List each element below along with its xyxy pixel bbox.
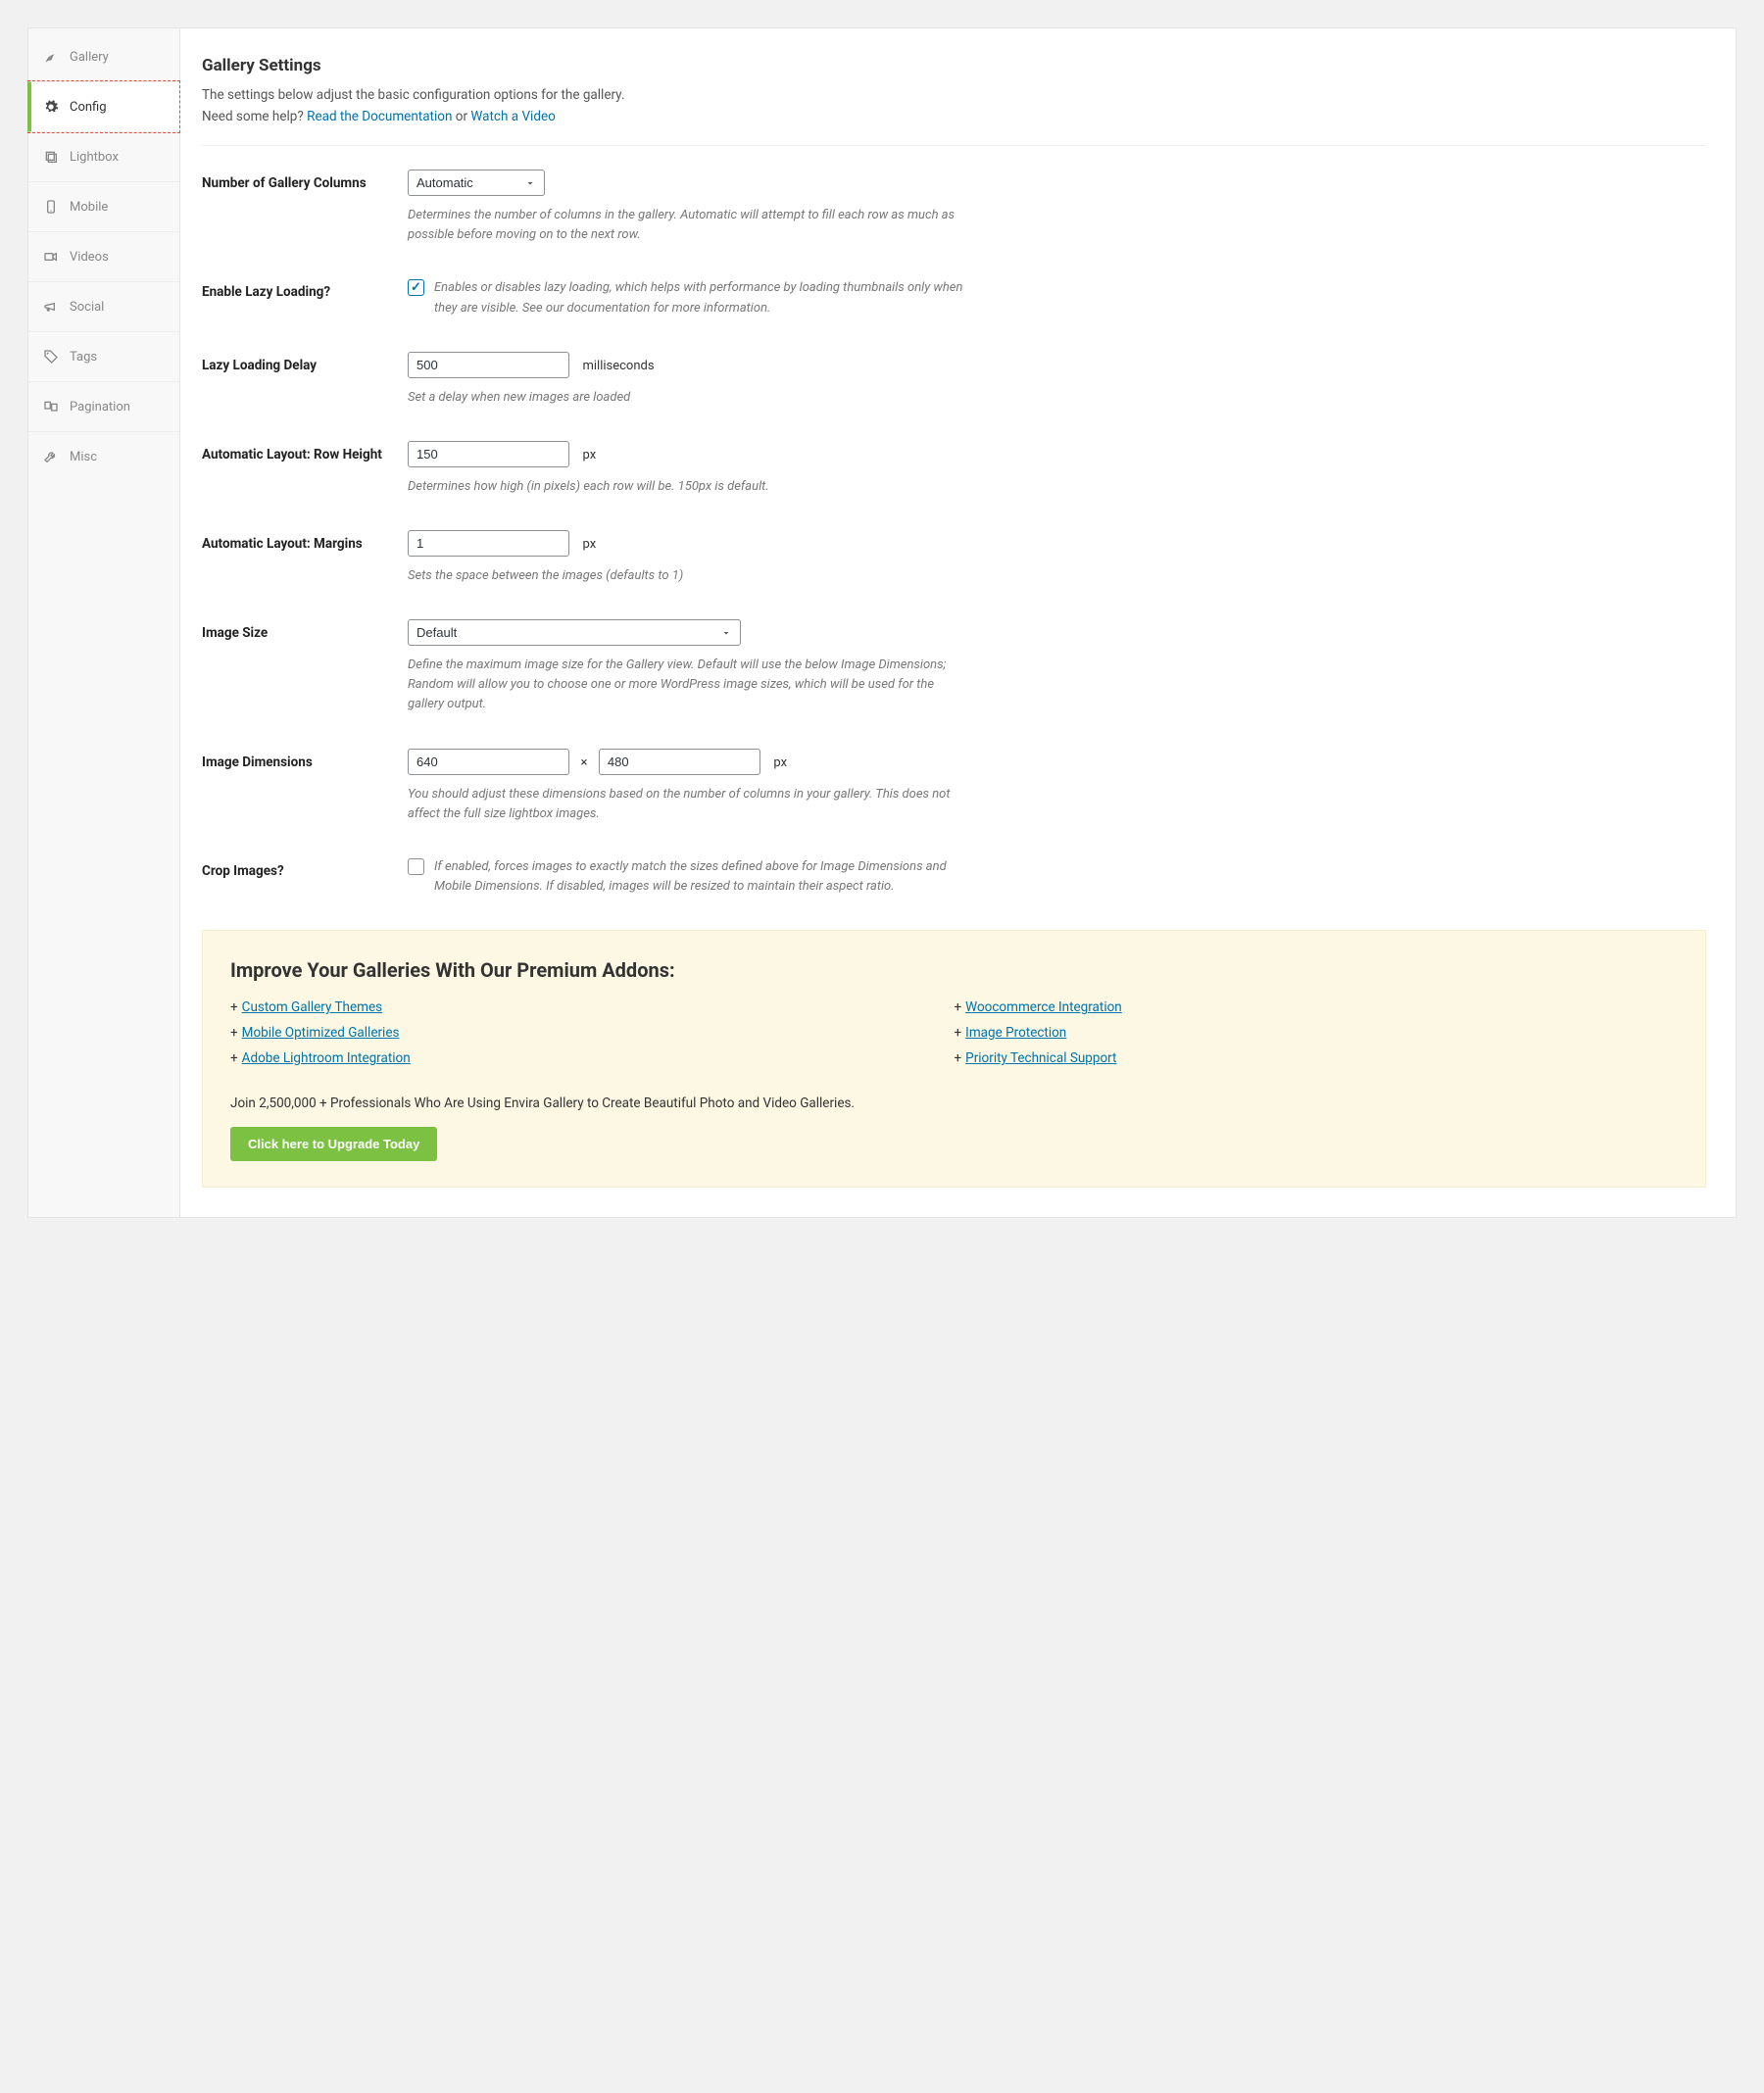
label-row-height: Automatic Layout: Row Height — [202, 441, 408, 497]
label-dimensions: Image Dimensions — [202, 749, 408, 824]
sidebar-item-tags[interactable]: Tags — [28, 332, 179, 382]
row-columns: Number of Gallery Columns Automatic Dete… — [202, 170, 1706, 245]
sidebar-item-label: Gallery — [70, 50, 109, 65]
margins-input[interactable] — [408, 530, 569, 557]
sidebar-item-label: Lightbox — [70, 150, 119, 165]
documentation-link[interactable]: Read the Documentation — [307, 109, 452, 124]
label-crop: Crop Images? — [202, 857, 408, 897]
settings-main: Gallery Settings The settings below adju… — [180, 28, 1736, 1217]
mobile-icon — [42, 198, 60, 216]
row-lazy-delay: Lazy Loading Delay milliseconds Set a de… — [202, 352, 1706, 408]
row-height-input[interactable] — [408, 441, 569, 467]
image-size-select[interactable]: Default — [408, 619, 741, 646]
row-image-size: Image Size Default Define the maximum im… — [202, 619, 1706, 714]
sidebar-item-social[interactable]: Social — [28, 282, 179, 332]
wrench-icon — [42, 448, 60, 465]
sidebar-item-label: Misc — [70, 450, 97, 464]
sidebar-item-label: Social — [70, 300, 104, 315]
page-description: The settings below adjust the basic conf… — [202, 85, 1706, 127]
divider — [202, 145, 1706, 146]
gear-icon — [42, 98, 60, 116]
promo-link[interactable]: Mobile Optimized Galleries — [242, 1025, 400, 1041]
leaf-icon — [42, 48, 60, 66]
sidebar-item-videos[interactable]: Videos — [28, 232, 179, 282]
help-columns: Determines the number of columns in the … — [408, 206, 956, 245]
sidebar-item-label: Pagination — [70, 400, 130, 414]
megaphone-icon — [42, 298, 60, 316]
promo-link[interactable]: Priority Technical Support — [965, 1050, 1116, 1066]
columns-select[interactable]: Automatic — [408, 170, 545, 196]
help-dimensions: You should adjust these dimensions based… — [408, 785, 956, 824]
promo-link[interactable]: Custom Gallery Themes — [242, 999, 382, 1015]
sidebar-item-config[interactable]: Config — [27, 81, 179, 132]
promo-col-left: +Custom Gallery Themes +Mobile Optimized… — [230, 999, 955, 1076]
sidebar-item-pagination[interactable]: Pagination — [28, 382, 179, 432]
upgrade-button[interactable]: Click here to Upgrade Today — [230, 1127, 437, 1161]
promo-note: Join 2,500,000 + Professionals Who Are U… — [230, 1095, 1678, 1111]
row-lazy: Enable Lazy Loading? Enables or disables… — [202, 278, 1706, 317]
sidebar-item-label: Config — [70, 100, 107, 115]
pagination-icon — [42, 398, 60, 415]
row-height: Automatic Layout: Row Height px Determin… — [202, 441, 1706, 497]
config-highlight: Config — [27, 80, 180, 133]
video-icon — [42, 248, 60, 266]
video-link[interactable]: Watch a Video — [470, 109, 555, 124]
promo-link[interactable]: Image Protection — [965, 1025, 1066, 1041]
promo-link[interactable]: Adobe Lightroom Integration — [242, 1050, 411, 1066]
tag-icon — [42, 348, 60, 365]
label-columns: Number of Gallery Columns — [202, 170, 408, 245]
sidebar-item-gallery[interactable]: Gallery — [28, 32, 179, 81]
row-dimensions: Image Dimensions × px You should adjust … — [202, 749, 1706, 824]
help-image-size: Define the maximum image size for the Ga… — [408, 656, 956, 714]
lazy-delay-input[interactable] — [408, 352, 569, 378]
row-crop: Crop Images? If enabled, forces images t… — [202, 857, 1706, 897]
sidebar-item-label: Videos — [70, 250, 109, 265]
help-margins: Sets the space between the images (defau… — [408, 566, 956, 586]
sidebar-item-lightbox[interactable]: Lightbox — [28, 132, 179, 182]
width-input[interactable] — [408, 749, 569, 775]
label-image-size: Image Size — [202, 619, 408, 714]
crop-checkbox[interactable] — [408, 858, 424, 875]
sidebar-item-misc[interactable]: Misc — [28, 432, 179, 481]
row-height-unit: px — [582, 448, 596, 462]
lazy-delay-unit: milliseconds — [582, 359, 654, 373]
dimensions-sep: × — [580, 755, 587, 770]
row-margins: Automatic Layout: Margins px Sets the sp… — [202, 530, 1706, 586]
label-lazy: Enable Lazy Loading? — [202, 278, 408, 317]
promo-box: Improve Your Galleries With Our Premium … — [202, 930, 1706, 1188]
margins-unit: px — [582, 537, 596, 552]
help-row-height: Determines how high (in pixels) each row… — [408, 477, 956, 497]
sidebar-item-label: Mobile — [70, 200, 108, 215]
help-lazy: Enables or disables lazy loading, which … — [434, 278, 983, 317]
promo-link[interactable]: Woocommerce Integration — [965, 999, 1122, 1015]
stack-icon — [42, 148, 60, 166]
label-lazy-delay: Lazy Loading Delay — [202, 352, 408, 408]
lazy-checkbox[interactable] — [408, 279, 424, 296]
dimensions-unit: px — [773, 755, 787, 770]
help-crop: If enabled, forces images to exactly mat… — [434, 857, 983, 897]
sidebar-item-label: Tags — [70, 350, 97, 365]
sidebar-item-mobile[interactable]: Mobile — [28, 182, 179, 232]
height-input[interactable] — [599, 749, 760, 775]
label-margins: Automatic Layout: Margins — [202, 530, 408, 586]
help-lazy-delay: Set a delay when new images are loaded — [408, 388, 956, 408]
promo-title: Improve Your Galleries With Our Premium … — [230, 958, 1678, 982]
settings-sidebar: Gallery Config Lightbox Mobile — [28, 28, 180, 1217]
promo-col-right: +Woocommerce Integration +Image Protecti… — [955, 999, 1679, 1076]
page-title: Gallery Settings — [202, 56, 1706, 75]
